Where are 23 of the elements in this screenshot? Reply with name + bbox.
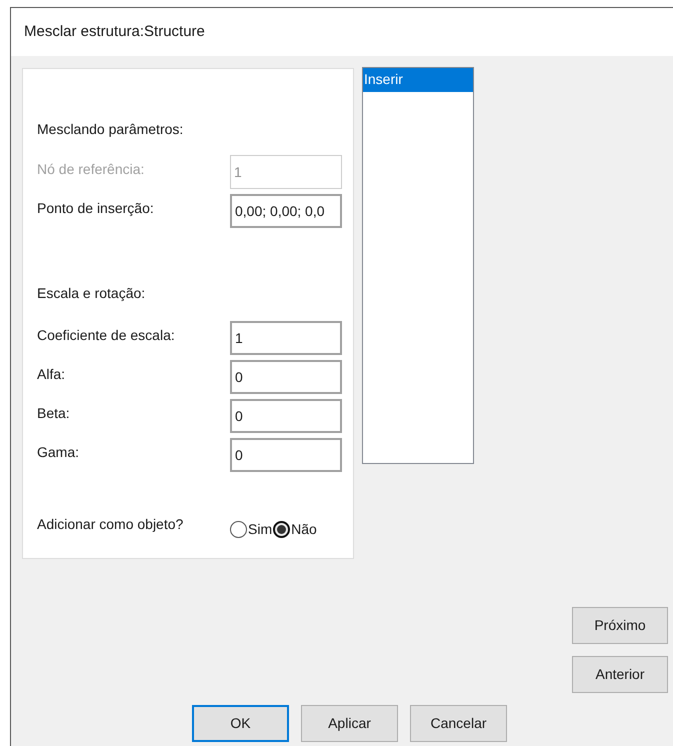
dialog-button[interactable]: Aplicar [301,705,398,742]
section-heading: Mesclando parâmetros: [37,121,184,137]
input-field[interactable]: 0 [230,438,342,472]
field-label: Adicionar como objeto? [37,515,184,534]
radio-option[interactable]: Não [273,519,317,540]
input-field[interactable]: 0,00; 0,00; 0,0 [230,194,342,228]
nav-button[interactable]: Anterior [572,656,668,693]
radio-option[interactable]: Sim [230,519,272,540]
field-label: Ponto de inserção: [37,199,155,218]
field-label: Coeficiente de escala: [37,326,176,345]
field-label: Alfa: [37,365,66,384]
field-label: Nó de referência: [37,160,146,179]
input-field[interactable]: 0 [230,399,342,433]
input-field[interactable]: 1 [230,321,342,355]
dialog-button[interactable]: OK [192,705,289,742]
window-title: Mesclar estrutura:Structure [24,22,205,42]
section-heading: Escala e rotação: [37,285,146,301]
input-field[interactable]: 0 [230,360,342,394]
list-item[interactable]: Inserir [363,68,473,92]
field-label: Gama: [37,443,80,462]
field-label: Beta: [37,404,71,423]
nav-button[interactable]: Próximo [572,607,668,644]
dialog-button[interactable]: Cancelar [410,705,507,742]
